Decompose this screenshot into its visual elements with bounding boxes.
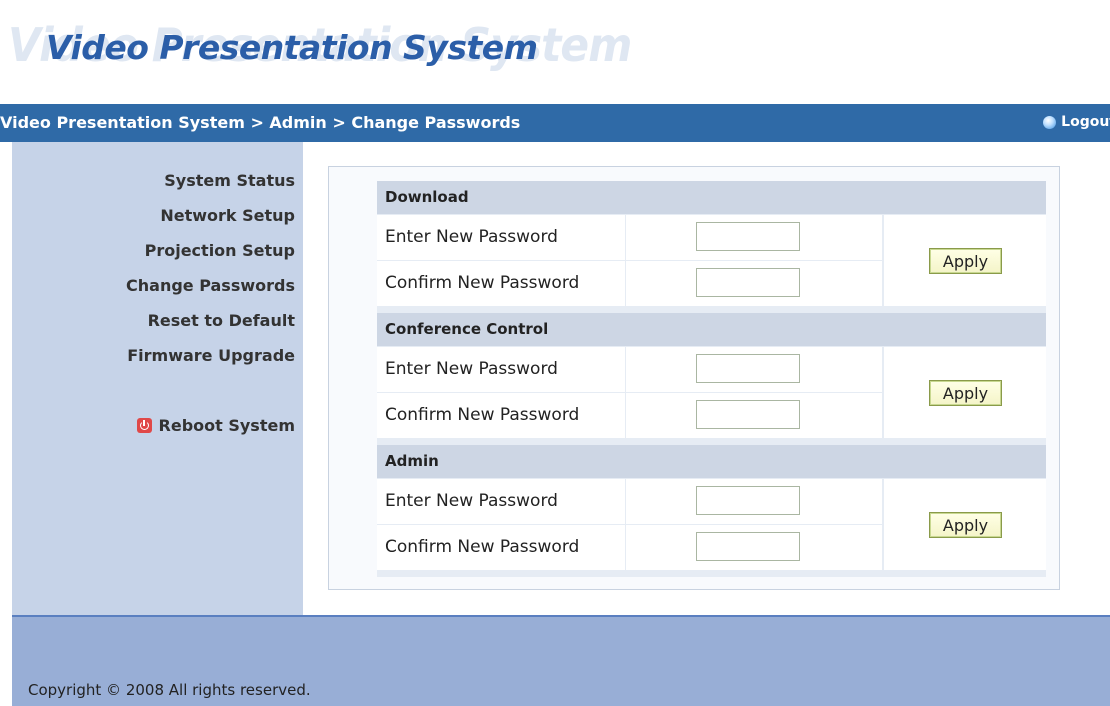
logout-label: Logout (1061, 114, 1110, 130)
section-header-conference-control: Conference Control (377, 313, 1046, 346)
page-title: Video Presentation System (46, 28, 538, 67)
sidebar-item-change-passwords[interactable]: Change Passwords (126, 276, 295, 295)
confirm-password-label: Confirm New Password (377, 525, 625, 570)
conference-enter-password-input[interactable] (696, 354, 800, 383)
confirm-password-cell (626, 393, 882, 438)
conference-confirm-password-input[interactable] (696, 400, 800, 429)
sidebar: System Status Network Setup Projection S… (12, 142, 303, 615)
confirm-password-cell (626, 525, 882, 570)
apply-cell: Apply (884, 215, 1046, 306)
power-icon (136, 418, 152, 433)
reboot-system-link[interactable]: Reboot System (136, 416, 295, 435)
logout-link[interactable]: Logout (1043, 114, 1110, 130)
download-enter-password-input[interactable] (696, 222, 800, 251)
admin-confirm-password-input[interactable] (696, 532, 800, 561)
confirm-password-label: Confirm New Password (377, 261, 625, 306)
apply-cell: Apply (884, 479, 1046, 570)
breadcrumb: Video Presentation System > Admin > Chan… (0, 113, 521, 132)
conference-apply-button[interactable]: Apply (929, 380, 1002, 406)
enter-password-cell (626, 347, 882, 392)
password-table: Download Enter New Password Confirm New … (377, 181, 1046, 577)
download-confirm-password-input[interactable] (696, 268, 800, 297)
confirm-password-label: Confirm New Password (377, 393, 625, 438)
enter-password-label: Enter New Password (377, 479, 625, 524)
sidebar-item-firmware-upgrade[interactable]: Firmware Upgrade (127, 346, 295, 365)
sidebar-item-system-status[interactable]: System Status (164, 171, 295, 190)
logout-icon (1043, 115, 1057, 129)
enter-password-label: Enter New Password (377, 347, 625, 392)
admin-enter-password-input[interactable] (696, 486, 800, 515)
section-header-admin: Admin (377, 445, 1046, 478)
confirm-password-cell (626, 261, 882, 306)
apply-cell: Apply (884, 347, 1046, 438)
enter-password-cell (626, 479, 882, 524)
breadcrumb-bar: Video Presentation System > Admin > Chan… (0, 104, 1110, 142)
copyright-text: Copyright © 2008 All rights reserved. (28, 681, 311, 699)
download-apply-button[interactable]: Apply (929, 248, 1002, 274)
enter-password-label: Enter New Password (377, 215, 625, 260)
header: Video Presentation System Video Presenta… (0, 0, 1110, 104)
reboot-system-label: Reboot System (158, 416, 295, 435)
sidebar-item-network-setup[interactable]: Network Setup (160, 206, 295, 225)
admin-apply-button[interactable]: Apply (929, 512, 1002, 538)
section-header-download: Download (377, 181, 1046, 214)
sidebar-item-projection-setup[interactable]: Projection Setup (145, 241, 295, 260)
enter-password-cell (626, 215, 882, 260)
sidebar-item-reset-to-default[interactable]: Reset to Default (148, 311, 295, 330)
main-content: Download Enter New Password Confirm New … (303, 142, 1110, 615)
password-panel: Download Enter New Password Confirm New … (328, 166, 1060, 590)
footer: Copyright © 2008 All rights reserved. (12, 615, 1110, 706)
